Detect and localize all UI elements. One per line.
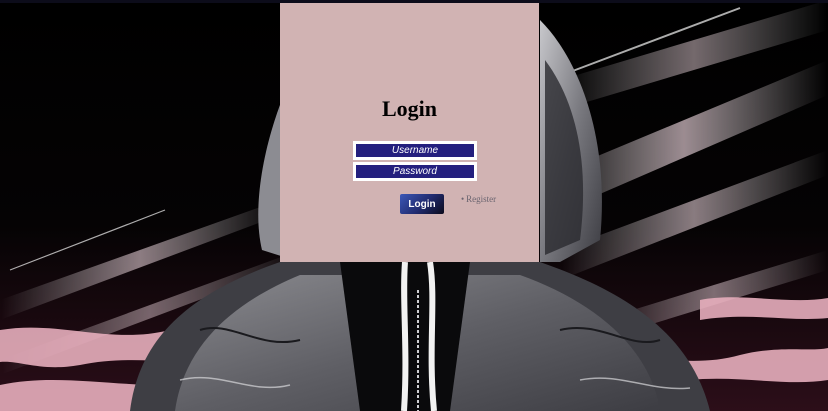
register-bullet: • [461,194,465,204]
register-link[interactable]: • Register [461,194,496,204]
register-label: Register [466,194,497,204]
login-button[interactable]: Login [400,194,444,214]
login-card: Login Login •Register [280,3,539,262]
login-title: Login [381,96,438,121]
password-input[interactable] [353,162,477,181]
username-input[interactable] [353,141,477,160]
